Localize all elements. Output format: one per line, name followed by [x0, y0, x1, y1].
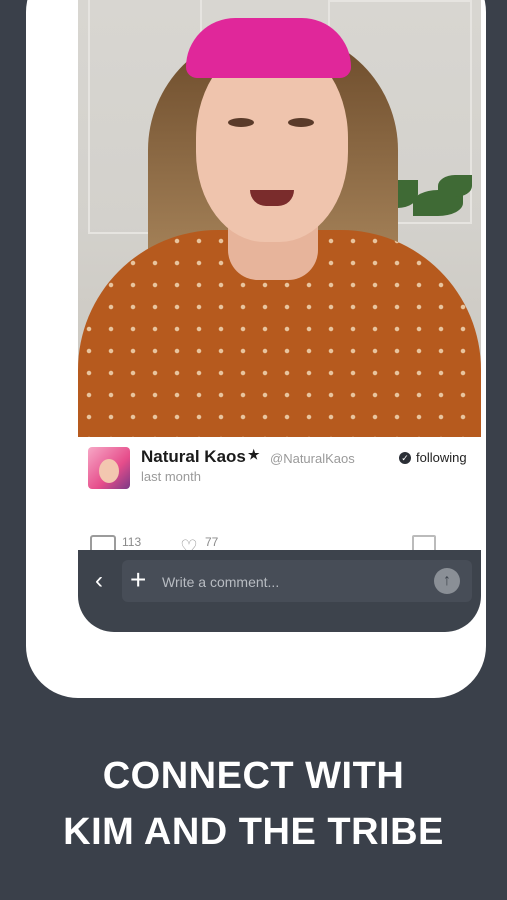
send-button[interactable]: ↑: [434, 568, 460, 594]
eye: [288, 118, 314, 127]
caption-line-2: KIM AND THE TRIBE: [63, 811, 444, 853]
post-info: Natural Kaos ★ @NaturalKaos last month ✓ …: [78, 437, 481, 559]
live-video[interactable]: [78, 0, 481, 437]
plant-leaf: [438, 175, 472, 197]
avatar-face: [99, 459, 119, 483]
comment-input[interactable]: [160, 568, 424, 596]
mouth: [250, 190, 294, 206]
like-count: 77: [205, 535, 219, 549]
author-name-text: Natural Kaos: [141, 447, 246, 466]
check-icon: ✓: [399, 451, 411, 464]
comment-bar: ‹ + ↑: [78, 550, 481, 632]
following-button[interactable]: ✓ following: [399, 450, 467, 465]
headband: [186, 18, 351, 78]
back-button[interactable]: ‹: [88, 566, 110, 596]
promo-caption: CONNECT WITH KIM AND THE TRIBE: [0, 748, 507, 860]
following-label: following: [416, 450, 467, 465]
caption-line-1: CONNECT WITH: [102, 755, 405, 797]
author-name[interactable]: Natural Kaos ★: [141, 447, 260, 467]
comment-input-container: + ↑: [122, 560, 472, 602]
comment-count: 113: [122, 535, 142, 549]
plus-icon[interactable]: +: [130, 564, 146, 596]
star-icon: ★: [247, 447, 260, 462]
author-avatar[interactable]: [88, 447, 130, 489]
eye: [228, 118, 254, 127]
post-timestamp: last month: [141, 469, 201, 484]
phone-frame: Natural Kaos ★ @NaturalKaos last month ✓ …: [26, 0, 486, 698]
phone-screen: Natural Kaos ★ @NaturalKaos last month ✓ …: [78, 0, 481, 632]
author-handle[interactable]: @NaturalKaos: [270, 451, 355, 466]
